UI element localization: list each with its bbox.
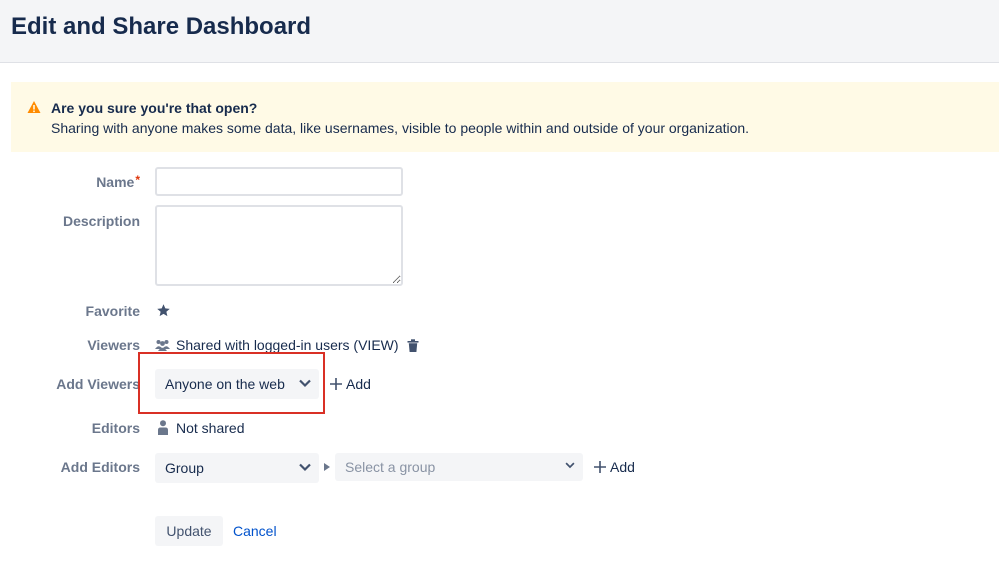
update-button[interactable]: Update	[155, 516, 223, 546]
plus-icon	[594, 461, 606, 473]
warning-title: Are you sure you're that open?	[51, 100, 258, 116]
editors-value: Not shared	[176, 420, 245, 436]
required-marker: *	[135, 173, 140, 187]
description-label: Description	[62, 213, 140, 229]
highlight-box	[138, 352, 325, 414]
group-select-placeholder: Select a group	[345, 459, 436, 475]
add-editors-label: Add Editors	[60, 459, 140, 475]
star-icon[interactable]	[156, 303, 171, 318]
name-label-text: Name	[96, 174, 135, 190]
editors-label: Editors	[91, 420, 140, 436]
add-editor-label: Add	[610, 459, 635, 475]
viewers-shared-text: Shared with logged-in users (VIEW)	[176, 337, 399, 353]
chevron-down-icon	[565, 462, 575, 469]
viewers-label: Viewers	[87, 337, 140, 353]
caret-right-icon	[324, 463, 330, 471]
group-icon	[155, 340, 170, 351]
add-viewer-button[interactable]: Add	[330, 376, 371, 392]
add-editor-button[interactable]: Add	[594, 459, 635, 475]
add-viewer-label: Add	[346, 376, 371, 392]
editor-type-value: Group	[165, 460, 204, 476]
group-select[interactable]: Select a group	[335, 453, 583, 481]
cancel-link[interactable]: Cancel	[233, 523, 277, 539]
name-label: Name*	[96, 173, 140, 190]
trash-icon[interactable]	[407, 338, 419, 352]
chevron-down-icon	[299, 463, 311, 472]
plus-icon	[330, 378, 342, 390]
editor-type-select[interactable]: Group	[155, 453, 319, 483]
page-title: Edit and Share Dashboard	[11, 13, 312, 40]
warning-icon	[27, 101, 41, 113]
warning-banner: Are you sure you're that open? Sharing w…	[11, 82, 999, 152]
warning-text: Sharing with anyone makes some data, lik…	[51, 120, 750, 136]
description-field[interactable]	[155, 205, 403, 286]
name-field[interactable]	[155, 167, 403, 196]
page-header: Edit and Share Dashboard	[0, 0, 999, 63]
add-viewers-label: Add Viewers	[56, 376, 140, 392]
person-icon	[158, 420, 168, 435]
favorite-label: Favorite	[85, 303, 140, 319]
